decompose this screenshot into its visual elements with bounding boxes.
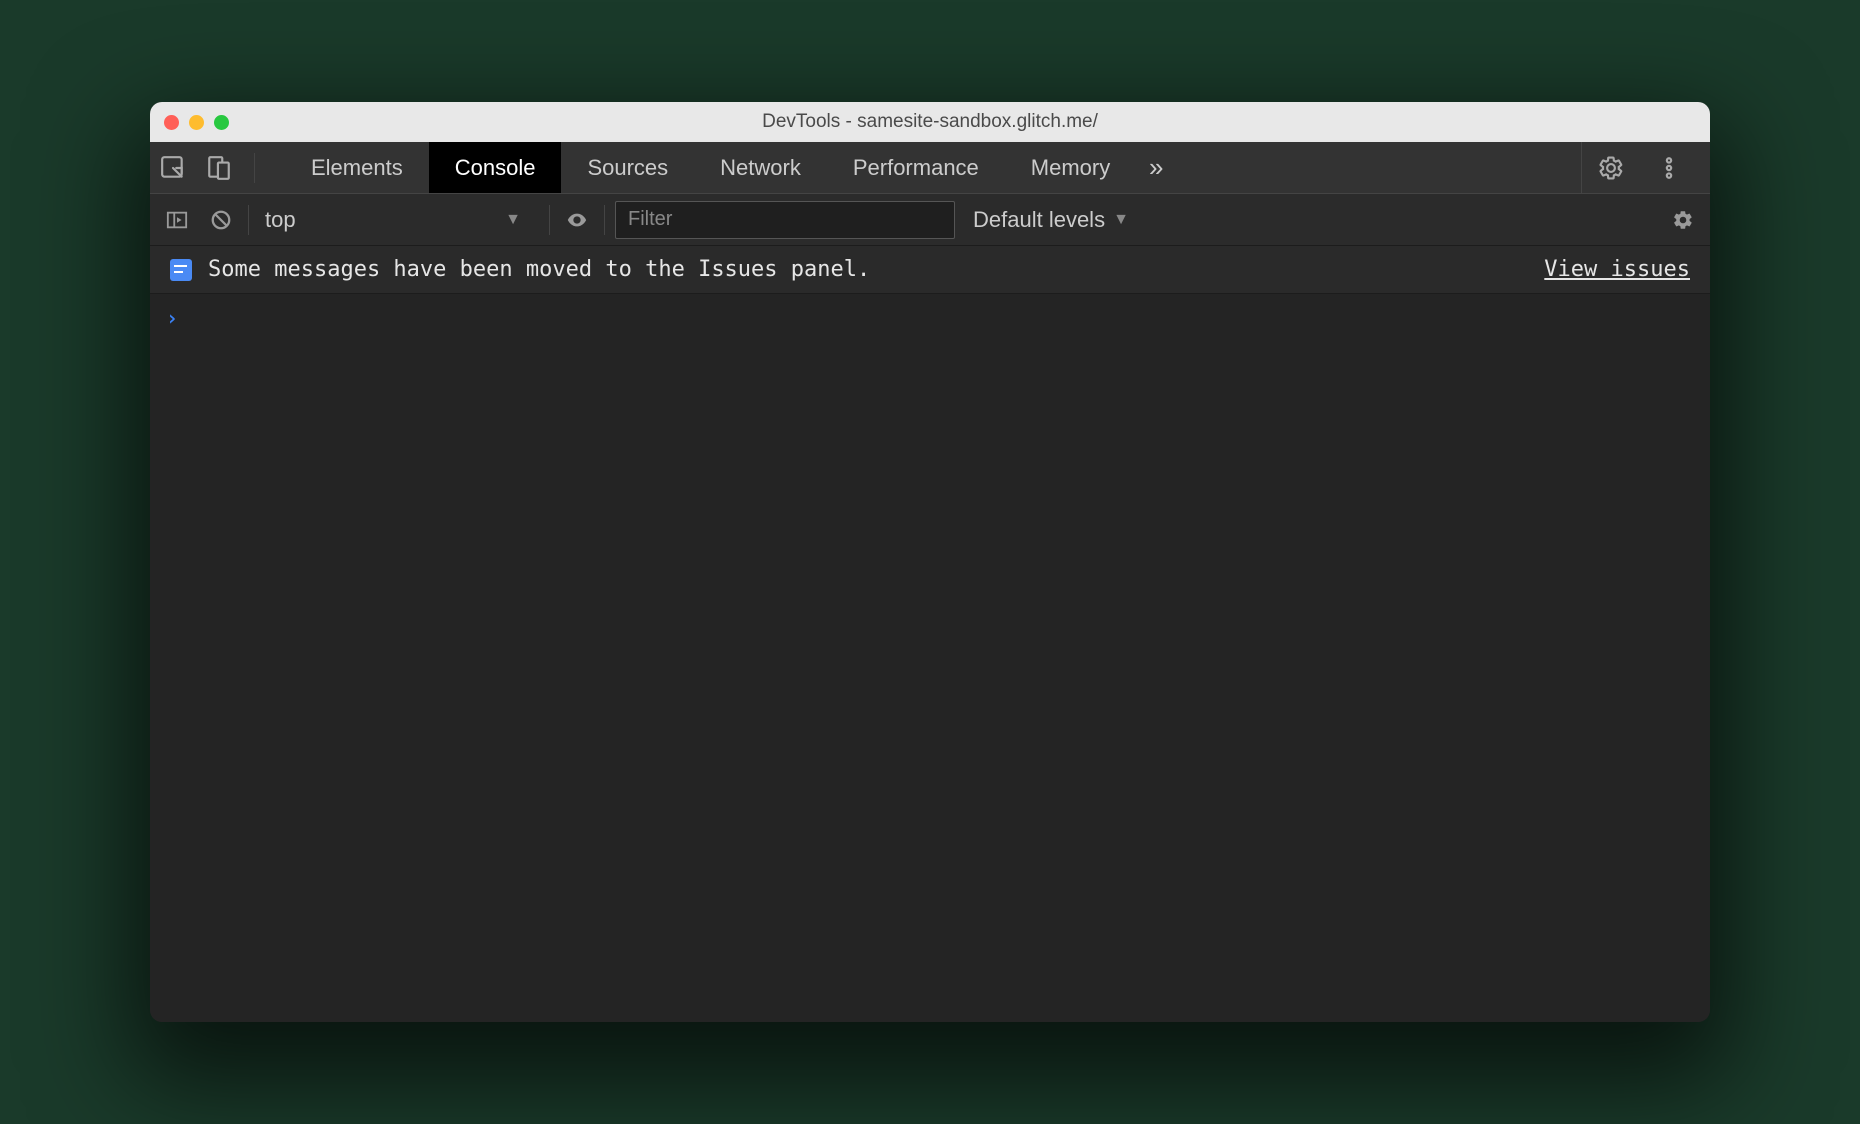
- kebab-menu-icon[interactable]: [1650, 149, 1688, 187]
- clear-console-icon[interactable]: [204, 203, 238, 237]
- devtools-window: DevTools - samesite-sandbox.glitch.me/ E…: [150, 102, 1710, 1022]
- filter-input[interactable]: [615, 201, 955, 239]
- console-toolbar: top ▼ Default levels ▼: [150, 194, 1710, 246]
- window-title: DevTools - samesite-sandbox.glitch.me/: [150, 111, 1710, 133]
- context-selector[interactable]: top ▼: [259, 207, 539, 233]
- divider: [248, 205, 249, 235]
- main-tabbar: Elements Console Sources Network Perform…: [150, 142, 1710, 194]
- toggle-sidebar-icon[interactable]: [160, 203, 194, 237]
- tab-console[interactable]: Console: [429, 142, 562, 193]
- levels-label: Default levels: [973, 207, 1105, 233]
- issues-icon: [170, 259, 192, 281]
- device-toolbar-icon[interactable]: [200, 149, 238, 187]
- view-issues-link[interactable]: View issues: [1544, 257, 1690, 282]
- console-prompt-icon: ›: [166, 306, 178, 330]
- titlebar: DevTools - samesite-sandbox.glitch.me/: [150, 102, 1710, 142]
- divider: [549, 205, 550, 235]
- tab-network[interactable]: Network: [694, 142, 827, 193]
- tabbar-right: [1581, 142, 1710, 193]
- traffic-lights: [164, 115, 229, 130]
- log-levels-selector[interactable]: Default levels ▼: [973, 207, 1129, 233]
- window-maximize-button[interactable]: [214, 115, 229, 130]
- chevron-down-icon: ▼: [1113, 211, 1129, 229]
- issues-message: Some messages have been moved to the Iss…: [208, 257, 870, 282]
- window-minimize-button[interactable]: [189, 115, 204, 130]
- issues-banner: Some messages have been moved to the Iss…: [150, 246, 1710, 294]
- divider: [254, 153, 255, 183]
- console-body[interactable]: ›: [150, 294, 1710, 1022]
- tab-memory[interactable]: Memory: [1005, 142, 1136, 193]
- tab-performance[interactable]: Performance: [827, 142, 1005, 193]
- tab-sources[interactable]: Sources: [561, 142, 694, 193]
- more-tabs-button[interactable]: »: [1136, 142, 1176, 193]
- tab-elements[interactable]: Elements: [285, 142, 429, 193]
- chevron-down-icon: ▼: [505, 211, 521, 229]
- inspect-element-icon[interactable]: [154, 149, 192, 187]
- window-close-button[interactable]: [164, 115, 179, 130]
- tabs: Elements Console Sources Network Perform…: [285, 142, 1176, 193]
- context-label: top: [265, 207, 296, 233]
- console-settings-gear-icon[interactable]: [1666, 203, 1700, 237]
- live-expression-eye-icon[interactable]: [560, 203, 594, 237]
- divider: [604, 205, 605, 235]
- settings-gear-icon[interactable]: [1592, 149, 1630, 187]
